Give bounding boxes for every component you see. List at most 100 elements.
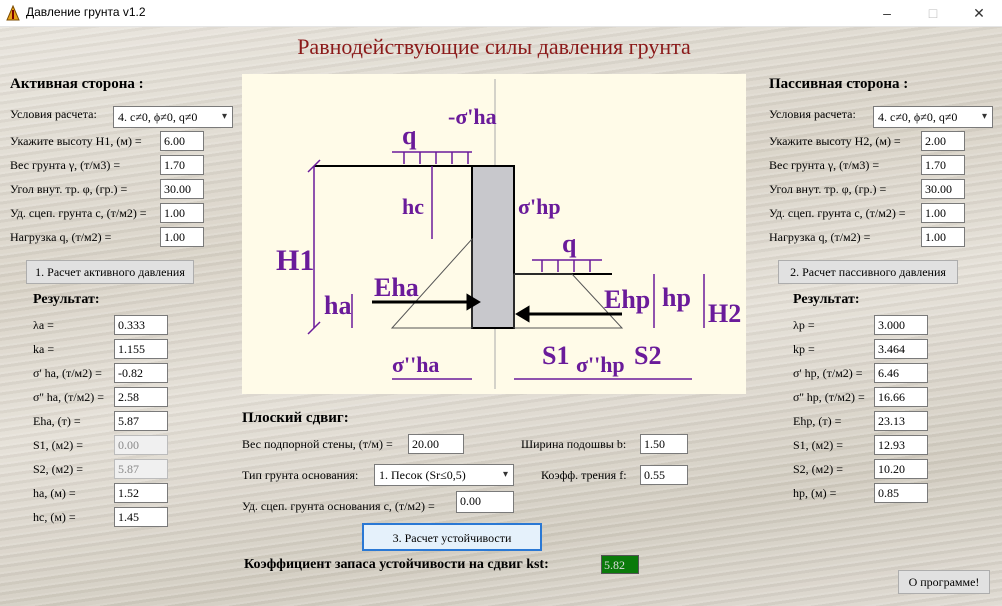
active-cohesion-label: Уд. сцеп. грунта с, (т/м2) = [10, 206, 147, 220]
diagram-hc: hc [402, 194, 424, 219]
diagram-q-left: q [402, 121, 417, 150]
active-result-label: σ' ha, (т/м2) = [33, 366, 102, 380]
diagram-sigma-ha-bottom: σ''ha [392, 352, 439, 377]
diagram-Ehp: Ehp [604, 285, 650, 314]
calc-stability-button[interactable]: 3. Расчет устойчивости [362, 523, 542, 551]
passive-condition-select[interactable]: 4. c≠0, ϕ≠0, q≠0 ▾ [873, 106, 993, 128]
chevron-down-icon: ▾ [502, 469, 508, 480]
active-result-value[interactable]: -0.82 [114, 363, 168, 383]
diagram-S2: S2 [634, 341, 661, 370]
diagram-q-right: q [562, 229, 577, 258]
active-result-value-disabled: 5.87 [114, 459, 168, 479]
main-title: Равнодействующие силы давления грунта [297, 34, 691, 59]
active-result-label: σ'' ha, (т/м2) = [33, 390, 105, 404]
passive-result-label: hp, (м) = [793, 486, 837, 500]
passive-condition-value: 4. c≠0, ϕ≠0, q≠0 [878, 110, 958, 124]
active-result-label: ka = [33, 342, 55, 356]
diagram-sigma-hp-bottom: σ''hp [576, 352, 625, 377]
diagram-Eha: Eha [374, 273, 419, 302]
active-height-label: Укажите высоту H1, (м) = [10, 134, 142, 148]
passive-result-value[interactable]: 23.13 [874, 411, 928, 431]
passive-result-label: S1, (м2) = [793, 438, 844, 452]
wall-weight-label: Вес подпорной стены, (т/м) = [242, 437, 393, 451]
passive-result-label: Ehp, (т) = [793, 414, 842, 428]
diagram-ha: ha [324, 291, 351, 320]
soil-type-value: 1. Песок (Sr≤0,5) [379, 468, 466, 482]
passive-heading: Пассивная сторона : [769, 76, 909, 92]
shear-heading: Плоский сдвиг: [242, 410, 349, 426]
passive-height-input[interactable]: 2.00 [921, 131, 965, 151]
passive-result-label: S2, (м2) = [793, 462, 844, 476]
passive-result-value[interactable]: 6.46 [874, 363, 928, 383]
passive-load-label: Нагрузка q, (т/м2) = [769, 230, 871, 244]
passive-results-heading: Результат: [793, 292, 860, 307]
soil-type-label: Тип грунта основания: [242, 468, 359, 482]
diagram-hp: hp [662, 283, 691, 312]
wall-weight-input[interactable]: 20.00 [408, 434, 464, 454]
passive-condition-label: Условия расчета: [769, 107, 856, 121]
base-width-input[interactable]: 1.50 [640, 434, 688, 454]
chevron-down-icon: ▾ [981, 111, 987, 122]
passive-load-input[interactable]: 1.00 [921, 227, 965, 247]
passive-result-value[interactable]: 10.20 [874, 459, 928, 479]
passive-phi-input[interactable]: 30.00 [921, 179, 965, 199]
active-phi-label: Угол внут. тр. φ, (гр.) = [10, 182, 128, 196]
active-result-value[interactable]: 1.45 [114, 507, 168, 527]
passive-result-value[interactable]: 0.85 [874, 483, 928, 503]
active-load-input[interactable]: 1.00 [160, 227, 204, 247]
passive-height-label: Укажите высоту H2, (м) = [769, 134, 901, 148]
passive-result-label: λp = [793, 318, 815, 332]
active-heading: Активная сторона : [10, 76, 144, 92]
passive-phi-label: Угол внут. тр. φ, (гр.) = [769, 182, 887, 196]
passive-gamma-input[interactable]: 1.70 [921, 155, 965, 175]
kst-label: Коэффициент запаса устойчивости на сдвиг… [244, 557, 549, 572]
active-gamma-input[interactable]: 1.70 [160, 155, 204, 175]
maximize-button[interactable]: □ [910, 0, 956, 26]
friction-label: Коэфф. трения f: [541, 468, 627, 482]
passive-result-value[interactable]: 12.93 [874, 435, 928, 455]
active-result-label: S1, (м2) = [33, 438, 84, 452]
kst-value: 5.82 [601, 555, 639, 574]
calc-active-button[interactable]: 1. Расчет активного давления [26, 260, 194, 284]
minimize-button[interactable]: – [864, 0, 910, 26]
active-phi-input[interactable]: 30.00 [160, 179, 204, 199]
active-result-label: hc, (м) = [33, 510, 76, 524]
base-cohesion-label: Уд. сцеп. грунта основания с, (т/м2) = [242, 499, 435, 513]
active-cohesion-input[interactable]: 1.00 [160, 203, 204, 223]
active-result-label: ha, (м) = [33, 486, 76, 500]
friction-input[interactable]: 0.55 [640, 465, 688, 485]
active-result-value[interactable]: 5.87 [114, 411, 168, 431]
active-result-value[interactable]: 1.155 [114, 339, 168, 359]
passive-result-label: σ'' hp, (т/м2) = [793, 390, 865, 404]
active-height-input[interactable]: 6.00 [160, 131, 204, 151]
diagram-sigma-hp-top: σ'hp [518, 194, 561, 219]
close-button[interactable]: ✕ [956, 0, 1002, 26]
calc-passive-button[interactable]: 2. Расчет пассивного давления [778, 260, 958, 284]
active-result-value[interactable]: 0.333 [114, 315, 168, 335]
passive-gamma-label: Вес грунта γ, (т/м3) = [769, 158, 880, 172]
window-title: Давление грунта v1.2 [26, 5, 146, 19]
passive-result-value[interactable]: 3.000 [874, 315, 928, 335]
diagram-S1: S1 [542, 341, 569, 370]
passive-cohesion-input[interactable]: 1.00 [921, 203, 965, 223]
active-condition-select[interactable]: 4. c≠0, ϕ≠0, q≠0 ▾ [113, 106, 233, 128]
active-result-value-disabled: 0.00 [114, 435, 168, 455]
active-result-value[interactable]: 2.58 [114, 387, 168, 407]
base-width-label: Ширина подошвы b: [521, 437, 627, 451]
soil-type-select[interactable]: 1. Песок (Sr≤0,5) ▾ [374, 464, 514, 486]
active-result-label: λa = [33, 318, 54, 332]
diagram-H2: H2 [708, 299, 741, 328]
active-result-value[interactable]: 1.52 [114, 483, 168, 503]
active-results-heading: Результат: [33, 292, 100, 307]
base-cohesion-input[interactable]: 0.00 [456, 491, 514, 513]
active-load-label: Нагрузка q, (т/м2) = [10, 230, 112, 244]
wall-pressure-diagram: q q -σ'ha σ'hp hc H1 ha Eha Ehp hp H2 σ'… [242, 74, 746, 394]
active-condition-label: Условия расчета: [10, 107, 97, 121]
passive-result-value[interactable]: 3.464 [874, 339, 928, 359]
chevron-down-icon: ▾ [221, 111, 227, 122]
diagram-sigma-top: -σ'ha [448, 104, 497, 129]
about-button[interactable]: О программе! [898, 570, 990, 594]
active-gamma-label: Вес грунта γ, (т/м3) = [10, 158, 121, 172]
active-result-label: S2, (м2) = [33, 462, 84, 476]
passive-result-value[interactable]: 16.66 [874, 387, 928, 407]
